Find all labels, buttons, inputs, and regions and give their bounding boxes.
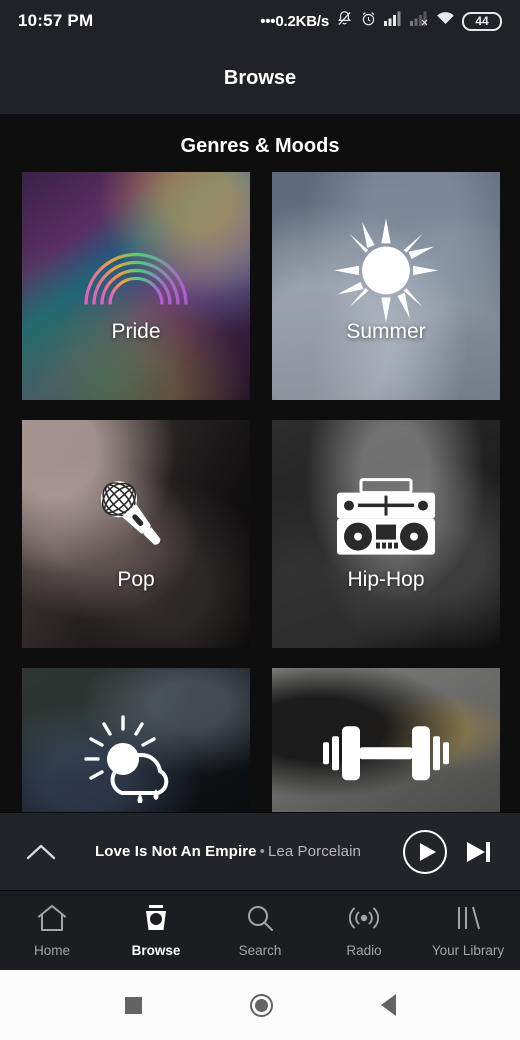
now-playing-track[interactable]: Love Is Not An Empire • Lea Porcelain — [62, 843, 394, 860]
search-icon — [245, 904, 275, 935]
android-system-nav — [0, 970, 520, 1040]
recents-square-icon[interactable] — [124, 996, 142, 1014]
skip-next-icon[interactable] — [456, 837, 500, 867]
browse-icon — [141, 904, 171, 935]
genre-tile-pride[interactable]: Pride — [22, 172, 250, 400]
nav-item-radio[interactable]: Radio — [312, 904, 416, 958]
network-speed-text: •••0.2KB/s — [260, 12, 329, 30]
status-time: 10:57 PM — [18, 11, 94, 30]
back-triangle-icon[interactable] — [380, 994, 396, 1016]
nav-label: Browse — [131, 942, 181, 958]
genre-tile-summer[interactable]: Summer — [272, 172, 500, 400]
nav-label: Radio — [346, 942, 382, 958]
signal-bars-empty-icon — [410, 11, 429, 31]
genre-grid: Pride Summer Pop Hip-Hop — [0, 172, 520, 648]
radio-icon — [348, 904, 380, 935]
dumbbell-icon — [323, 722, 449, 789]
phone-screen: 10:57 PM •••0.2KB/s 44 Browse Genres & M… — [0, 0, 520, 1040]
alarm-icon — [360, 10, 377, 32]
page-title: Browse — [223, 66, 297, 89]
status-bar: 10:57 PM •••0.2KB/s 44 — [0, 0, 520, 42]
notifications-muted-icon — [336, 10, 353, 32]
library-icon — [453, 904, 483, 935]
sun-cloud-rain-icon — [80, 714, 192, 807]
genre-tile-pop[interactable]: Pop — [22, 420, 250, 648]
home-circle-icon[interactable] — [249, 993, 273, 1017]
genre-tile-chill[interactable] — [22, 668, 250, 812]
browse-content[interactable]: Genres & Moods Pride Summer Pop Hip-Hop — [0, 114, 520, 812]
now-playing-bar[interactable]: Love Is Not An Empire • Lea Porcelain — [0, 812, 520, 890]
bottom-navigation: Home Browse Search Radio Your Library — [0, 890, 520, 970]
rainbow-icon — [80, 244, 192, 311]
tile-label: Pop — [117, 568, 155, 591]
nav-item-search[interactable]: Search — [208, 904, 312, 958]
track-separator: • — [259, 843, 265, 860]
tile-label: Hip-Hop — [347, 568, 425, 591]
nav-item-browse[interactable]: Browse — [104, 904, 208, 958]
battery-icon: 44 — [462, 11, 502, 31]
chevron-up-icon[interactable] — [20, 843, 62, 861]
wifi-icon — [436, 11, 455, 31]
status-icons: •••0.2KB/s 44 — [260, 10, 502, 32]
nav-label: Your Library — [431, 942, 505, 958]
nav-label: Home — [33, 942, 70, 958]
battery-level: 44 — [475, 14, 489, 28]
sun-icon — [334, 218, 438, 327]
nav-item-home[interactable]: Home — [0, 904, 104, 958]
tile-label: Pride — [111, 320, 161, 343]
track-title: Love Is Not An Empire — [95, 843, 257, 860]
home-icon — [37, 904, 67, 935]
microphone-icon — [83, 465, 189, 576]
genre-tile-workout[interactable] — [272, 668, 500, 812]
signal-bars-icon — [384, 11, 403, 31]
genre-grid-row3 — [0, 668, 520, 812]
nav-item-your-library[interactable]: Your Library — [416, 904, 520, 958]
nav-label: Search — [238, 942, 282, 958]
tile-label: Summer — [346, 320, 426, 343]
section-title: Genres & Moods — [180, 135, 340, 157]
app-header: Browse — [0, 42, 520, 114]
boombox-icon — [331, 478, 441, 569]
genre-tile-hiphop[interactable]: Hip-Hop — [272, 420, 500, 648]
play-icon[interactable] — [394, 829, 456, 875]
track-artist: Lea Porcelain — [267, 843, 361, 860]
